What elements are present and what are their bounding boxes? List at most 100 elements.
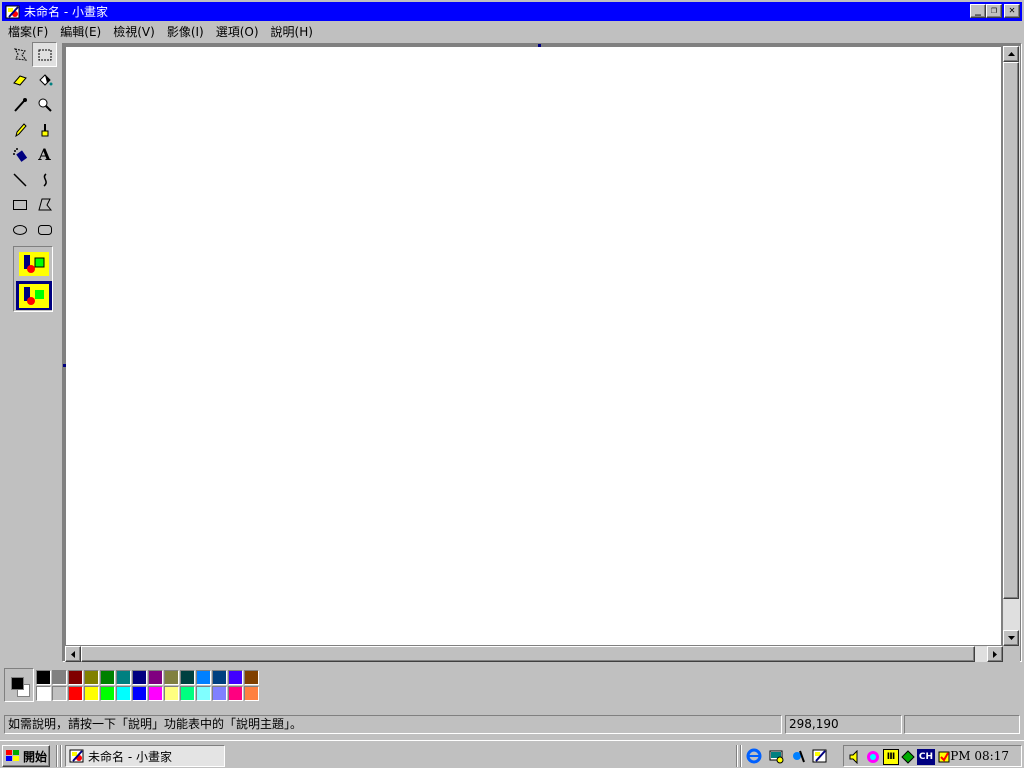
transparent-background-option[interactable] [16, 281, 52, 310]
menu-options[interactable]: 選項(O) [210, 23, 265, 40]
drawing-canvas[interactable] [66, 47, 1001, 645]
scroll-right-button[interactable] [987, 646, 1003, 662]
color-swatch[interactable] [180, 670, 195, 685]
magnifier-tool[interactable] [32, 92, 57, 117]
vertical-scrollbar[interactable] [1003, 46, 1020, 646]
status-bar: 如需說明，請按一下「說明」功能表中的「說明主題」。 298,190 [2, 713, 1022, 735]
scroll-left-button[interactable] [65, 646, 81, 662]
rect-select-icon [38, 49, 51, 60]
color-swatch[interactable] [100, 670, 115, 685]
ime-icon[interactable]: Ⅲ [883, 749, 899, 765]
airbrush-tool[interactable] [7, 142, 32, 167]
pencil-icon [14, 122, 27, 137]
color-picker-icon [13, 97, 27, 112]
menu-bar: 檔案(F) 編輯(E) 檢視(V) 影像(I) 選項(O) 說明(H) [2, 22, 319, 41]
status-help-text: 如需說明，請按一下「說明」功能表中的「說明主題」。 [4, 715, 782, 734]
arrow-down-icon [1007, 636, 1015, 640]
line-tool[interactable] [7, 167, 32, 192]
color-swatch[interactable] [36, 686, 51, 701]
channels-icon[interactable] [789, 747, 807, 765]
color-swatch[interactable] [228, 670, 243, 685]
color-swatch[interactable] [116, 686, 131, 701]
horizontal-scroll-thumb[interactable] [81, 646, 975, 662]
vertical-scroll-thumb[interactable] [1003, 62, 1019, 599]
taskbar-separator [56, 745, 58, 767]
color-swatch[interactable] [116, 670, 131, 685]
paint-app-icon[interactable] [5, 4, 21, 20]
curve-tool[interactable] [32, 167, 57, 192]
color-swatch[interactable] [52, 670, 67, 685]
color-swatch[interactable] [52, 686, 67, 701]
rectangle-tool[interactable] [7, 192, 32, 217]
color-swatch[interactable] [100, 686, 115, 701]
line-icon [12, 172, 27, 187]
menu-view[interactable]: 檢視(V) [107, 23, 161, 40]
pencil-tool[interactable] [7, 117, 32, 142]
free-form-select-icon [13, 47, 27, 61]
color-swatch[interactable] [228, 686, 243, 701]
task-button-paint[interactable]: 未命名 - 小畫家 [65, 745, 225, 767]
menu-help[interactable]: 說明(H) [265, 23, 319, 40]
title-bar[interactable]: 未命名 - 小畫家 _ ❐ ✕ [2, 2, 1022, 21]
rectangle-icon [12, 199, 27, 210]
color-swatch[interactable] [196, 670, 211, 685]
eraser-icon [12, 74, 27, 86]
status-coordinates: 298,190 [785, 715, 902, 734]
color-swatch[interactable] [84, 670, 99, 685]
color-swatch[interactable] [148, 686, 163, 701]
paint-app-icon [69, 749, 84, 763]
rect-select-tool[interactable] [32, 42, 57, 67]
text-tool[interactable]: A [32, 142, 57, 167]
canvas-area [62, 43, 1022, 662]
paint-icon[interactable] [811, 747, 829, 765]
ch-input-icon[interactable]: CH [917, 749, 935, 765]
color-swatch[interactable] [244, 670, 259, 685]
color-swatch[interactable] [132, 670, 147, 685]
color-swatch[interactable] [148, 670, 163, 685]
color-swatch[interactable] [212, 686, 227, 701]
rounded-rect-tool[interactable] [32, 217, 57, 242]
fill-bucket-tool[interactable] [32, 67, 57, 92]
free-form-select-tool[interactable] [7, 42, 32, 67]
color-swatch[interactable] [132, 686, 147, 701]
scroll-up-button[interactable] [1003, 46, 1019, 62]
opaque-background-option[interactable] [16, 249, 52, 278]
scroll-down-button[interactable] [1003, 630, 1019, 646]
ie-icon[interactable] [745, 747, 763, 765]
brush-tool[interactable] [32, 117, 57, 142]
color-picker-tool[interactable] [7, 92, 32, 117]
polygon-tool[interactable] [32, 192, 57, 217]
canvas-resize-handle-left[interactable] [63, 364, 66, 367]
color-swatch[interactable] [68, 670, 83, 685]
color-swatch[interactable] [212, 670, 227, 685]
ellipse-tool[interactable] [7, 217, 32, 242]
menu-image[interactable]: 影像(I) [161, 23, 210, 40]
taskbar-separator [60, 745, 62, 767]
rounded-rect-icon [37, 224, 52, 235]
foreground-color [11, 677, 24, 690]
window-title: 未命名 - 小畫家 [24, 5, 108, 19]
canvas-resize-handle-top[interactable] [538, 44, 541, 47]
color-swatch[interactable] [196, 686, 211, 701]
desktop-icon[interactable] [767, 747, 785, 765]
color-swatch[interactable] [68, 686, 83, 701]
color-swatch[interactable] [164, 686, 179, 701]
horizontal-scrollbar[interactable] [65, 646, 1003, 662]
color-swatch[interactable] [244, 686, 259, 701]
minimize-button[interactable]: _ [970, 4, 986, 18]
menu-edit[interactable]: 編輯(E) [54, 23, 107, 40]
color-swatch[interactable] [84, 686, 99, 701]
start-button[interactable]: 開始 [2, 745, 50, 767]
close-button[interactable]: ✕ [1004, 4, 1020, 18]
menu-file[interactable]: 檔案(F) [2, 23, 54, 40]
color-swatch[interactable] [164, 670, 179, 685]
taskbar: 開始 未命名 - 小畫家 Ⅲ CH PM 08:17 [0, 740, 1024, 768]
color-swatch[interactable] [36, 670, 51, 685]
color-swatch[interactable] [180, 686, 195, 701]
restore-button[interactable]: ❐ [986, 4, 1002, 18]
color-wheel-icon[interactable] [865, 749, 881, 765]
eraser-tool[interactable] [7, 67, 32, 92]
network-icon[interactable] [900, 749, 916, 765]
speaker-icon[interactable] [847, 749, 863, 765]
transparent-background-icon [19, 283, 49, 308]
